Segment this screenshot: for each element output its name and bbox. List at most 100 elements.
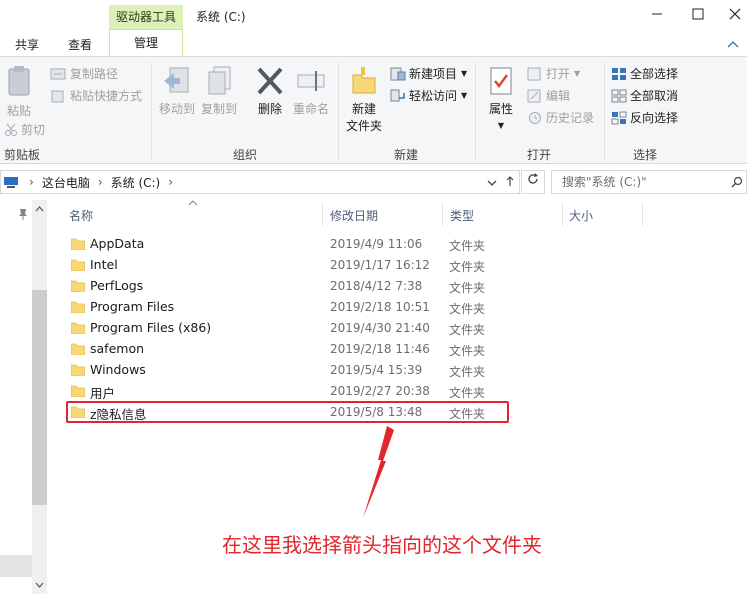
new-item-icon	[390, 67, 406, 80]
file-name: Program Files (x86)	[90, 320, 212, 335]
file-name: 用户	[90, 386, 116, 401]
file-type: 文件夹	[449, 302, 486, 316]
paste-button[interactable]: 粘贴	[4, 65, 34, 119]
chevron-up-icon	[727, 41, 739, 48]
chevron-down-icon	[487, 180, 497, 186]
breadcrumb-this-pc[interactable]: 这台电脑	[42, 174, 90, 191]
new-folder-button[interactable]: 新建 文件夹	[344, 65, 384, 134]
dropdown-arrow-icon: ▼	[574, 69, 581, 78]
column-divider[interactable]	[562, 202, 563, 226]
horizontal-scrollbar[interactable]	[0, 555, 32, 577]
file-type: 文件夹	[449, 386, 486, 400]
column-header-name[interactable]: 名称	[69, 207, 93, 224]
invert-selection-button[interactable]: 反向选择	[611, 109, 678, 126]
search-input[interactable]: 搜索"系统 (C:)"	[551, 170, 747, 194]
move-to-button[interactable]: 移动到	[158, 65, 196, 117]
window-title: 系统 (C:)	[196, 10, 246, 24]
file-row[interactable]: safemon 2019/2/18 11:46 文件夹	[60, 339, 530, 360]
file-name: safemon	[90, 341, 145, 356]
file-row[interactable]: AppData 2019/4/9 11:06 文件夹	[60, 234, 530, 255]
tab-manage[interactable]: 管理	[109, 29, 183, 56]
file-date: 2019/2/18 11:46	[330, 342, 430, 356]
copy-to-button[interactable]: 复制到	[200, 65, 238, 117]
arrow-up-icon	[506, 176, 514, 186]
search-icon	[731, 176, 743, 188]
breadcrumb-drive-c[interactable]: 系统 (C:)	[111, 174, 161, 191]
paste-shortcut-button[interactable]: 粘贴快捷方式	[50, 87, 142, 104]
edit-button[interactable]: 编辑	[527, 87, 570, 104]
copy-to-label: 复制到	[200, 102, 237, 116]
select-all-label: 全部选择	[630, 67, 679, 81]
column-divider[interactable]	[442, 202, 443, 226]
file-type: 文件夹	[449, 323, 486, 337]
copy-path-button[interactable]: 复制路径	[50, 65, 118, 82]
clipboard-icon	[8, 66, 30, 96]
breadcrumb-separator-icon: ›	[29, 175, 34, 189]
edit-icon	[527, 89, 541, 102]
file-date: 2019/1/17 16:12	[330, 258, 430, 272]
folder-icon	[71, 301, 85, 313]
column-header-date[interactable]: 修改日期	[330, 207, 378, 224]
column-divider[interactable]	[322, 202, 323, 226]
cut-button[interactable]: 剪切	[4, 121, 45, 138]
file-row[interactable]: Program Files (x86) 2019/4/30 21:40 文件夹	[60, 318, 530, 339]
file-type: 文件夹	[449, 239, 486, 253]
tab-view[interactable]: 查看	[68, 36, 92, 53]
open-label: 打开	[546, 67, 571, 81]
properties-button[interactable]: 属性 ▼	[484, 65, 518, 131]
tab-share[interactable]: 共享	[15, 36, 39, 53]
close-icon	[729, 8, 741, 20]
address-dropdown-button[interactable]	[487, 176, 497, 190]
group-label-select: 选择	[633, 148, 658, 162]
copy-path-label: 复制路径	[70, 67, 119, 81]
column-divider[interactable]	[642, 202, 643, 226]
group-label-clipboard: 剪贴板	[4, 148, 41, 162]
file-name: Program Files	[90, 299, 175, 314]
ribbon: 粘贴 复制路径 粘贴快捷方式 剪切 剪贴板 移动到 复制到 删除 重命名 组织 …	[0, 56, 747, 164]
dropdown-arrow-icon: ▼	[461, 91, 468, 100]
delete-button[interactable]: 删除	[253, 65, 287, 117]
new-folder-icon	[352, 67, 376, 94]
ribbon-separator	[151, 63, 152, 161]
collapse-ribbon-button[interactable]	[727, 38, 739, 51]
column-header-size[interactable]: 大小	[569, 207, 593, 224]
paste-label: 粘贴	[6, 104, 31, 118]
scrollbar-thumb[interactable]	[32, 290, 47, 505]
folder-icon	[71, 343, 85, 355]
open-icon	[527, 67, 541, 80]
maximize-button[interactable]	[683, 4, 713, 26]
column-header-type[interactable]: 类型	[450, 207, 474, 224]
select-all-button[interactable]: 全部选择	[611, 65, 678, 82]
new-item-button[interactable]: 新建项目 ▼	[390, 65, 467, 82]
select-none-button[interactable]: 全部取消	[611, 87, 678, 104]
file-row[interactable]: Windows 2019/5/4 15:39 文件夹	[60, 360, 530, 381]
annotation-text: 在这里我选择箭头指向的这个文件夹	[222, 533, 542, 557]
file-row[interactable]: 用户 2019/2/27 20:38 文件夹	[60, 381, 530, 402]
close-button[interactable]	[720, 4, 747, 26]
rename-button[interactable]: 重命名	[291, 65, 331, 117]
up-directory-button[interactable]	[504, 175, 516, 190]
context-tab-drive-tools[interactable]: 驱动器工具	[109, 5, 183, 29]
folder-icon	[71, 322, 85, 334]
file-row[interactable]: PerfLogs 2018/4/12 7:38 文件夹	[60, 276, 530, 297]
select-none-icon	[611, 89, 627, 102]
refresh-button[interactable]	[521, 170, 545, 194]
dropdown-arrow-icon: ▼	[497, 121, 505, 130]
file-date: 2019/2/27 20:38	[330, 384, 430, 398]
paste-shortcut-icon	[51, 90, 64, 102]
folder-icon	[71, 385, 85, 397]
file-row[interactable]: Program Files 2019/2/18 10:51 文件夹	[60, 297, 530, 318]
file-row[interactable]: Intel 2019/1/17 16:12 文件夹	[60, 255, 530, 276]
breadcrumb-separator-icon: ›	[97, 175, 103, 189]
address-bar[interactable]: › 这台电脑 › 系统 (C:) ›	[0, 170, 520, 194]
invert-selection-label: 反向选择	[630, 111, 679, 125]
easy-access-button[interactable]: 轻松访问 ▼	[390, 87, 467, 104]
open-button[interactable]: 打开 ▼	[527, 65, 580, 82]
delete-label: 删除	[257, 102, 282, 116]
minimize-button[interactable]	[642, 4, 672, 26]
rename-icon	[297, 71, 325, 91]
scroll-down-icon	[35, 582, 44, 588]
history-button[interactable]: 历史记录	[527, 109, 594, 126]
ribbon-separator	[338, 63, 339, 161]
select-all-icon	[612, 67, 626, 80]
